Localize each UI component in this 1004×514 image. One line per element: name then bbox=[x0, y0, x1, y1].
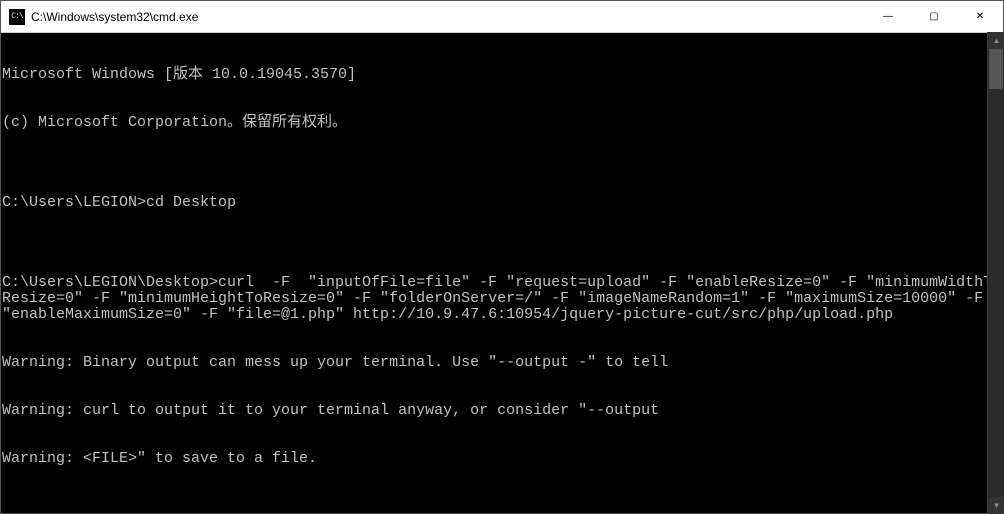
terminal-line: Warning: curl to output it to your termi… bbox=[2, 403, 1002, 419]
terminal-line: Warning: Binary output can mess up your … bbox=[2, 355, 1002, 371]
close-button[interactable]: ✕ bbox=[957, 1, 1003, 32]
terminal-area[interactable]: Microsoft Windows [版本 10.0.19045.3570] (… bbox=[1, 33, 1003, 513]
scroll-up-arrow-icon[interactable]: ▲ bbox=[988, 32, 1004, 49]
window-controls: — ▢ ✕ bbox=[865, 1, 1003, 32]
terminal-line: (c) Microsoft Corporation。保留所有权利。 bbox=[2, 115, 1002, 131]
terminal-line: C:\Users\LEGION>cd Desktop bbox=[2, 195, 1002, 211]
cmd-icon-text: C:\ bbox=[11, 13, 22, 21]
window-title: C:\Windows\system32\cmd.exe bbox=[31, 10, 865, 24]
scroll-down-arrow-icon[interactable]: ▼ bbox=[988, 497, 1004, 514]
titlebar[interactable]: C:\ C:\Windows\system32\cmd.exe — ▢ ✕ bbox=[1, 1, 1003, 33]
terminal-line: C:\Users\LEGION\Desktop>curl -F "inputOf… bbox=[2, 275, 1002, 323]
minimize-button[interactable]: — bbox=[865, 1, 911, 32]
vertical-scrollbar[interactable]: ▲ ▼ bbox=[987, 32, 1004, 514]
maximize-button[interactable]: ▢ bbox=[911, 1, 957, 32]
cmd-window: C:\ C:\Windows\system32\cmd.exe — ▢ ✕ Mi… bbox=[0, 0, 1004, 514]
scroll-thumb[interactable] bbox=[989, 49, 1003, 89]
cmd-icon: C:\ bbox=[9, 9, 25, 25]
terminal-line: Warning: <FILE>" to save to a file. bbox=[2, 451, 1002, 467]
terminal-line: Microsoft Windows [版本 10.0.19045.3570] bbox=[2, 67, 1002, 83]
